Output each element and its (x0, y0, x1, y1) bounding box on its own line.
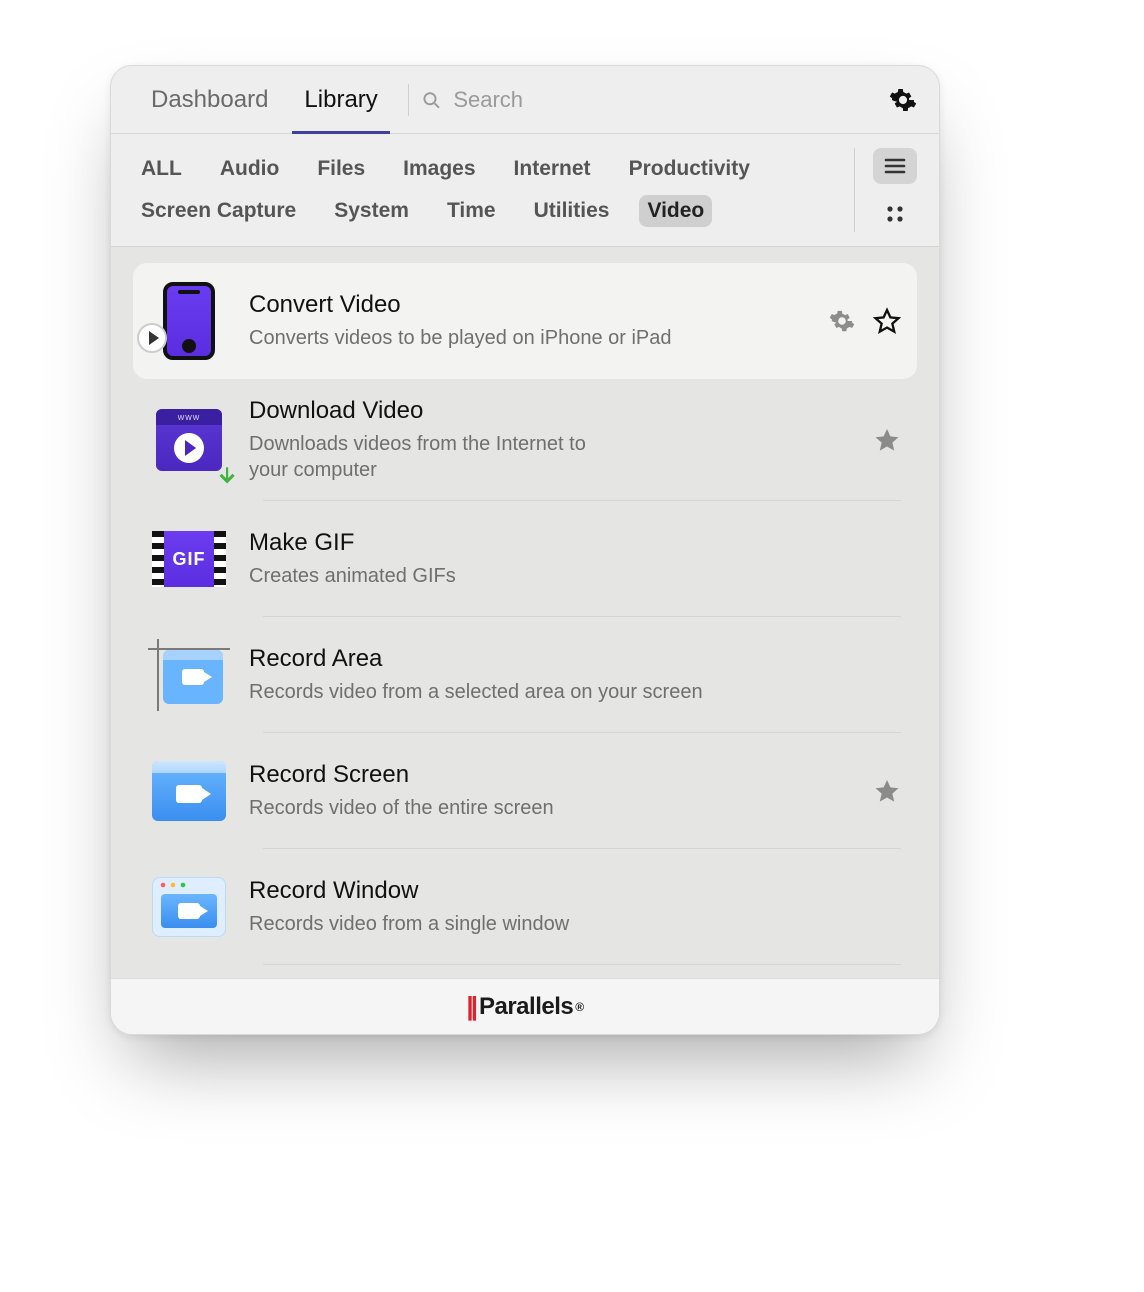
record-window-icon (149, 867, 229, 947)
tool-make-gif[interactable]: GIF Make GIF Creates animated GIFs (133, 501, 917, 617)
favorite-button[interactable] (873, 307, 901, 335)
titlebar-divider (408, 84, 409, 116)
star-filled-icon (873, 426, 901, 454)
tool-title: Record Area (249, 645, 901, 673)
category-files[interactable]: Files (309, 153, 373, 185)
tool-record-screen[interactable]: Record Screen Records video of the entir… (133, 733, 917, 849)
view-toggle (854, 148, 917, 232)
tool-title: Record Window (249, 877, 901, 905)
category-audio[interactable]: Audio (212, 153, 287, 185)
make-gif-icon: GIF (149, 519, 229, 599)
brand-logo: || Parallels® (466, 991, 583, 1022)
tab-dashboard-label: Dashboard (151, 86, 268, 114)
tool-desc: Downloads videos from the Internet to yo… (249, 431, 629, 483)
category-time[interactable]: Time (439, 195, 504, 227)
category-images[interactable]: Images (395, 153, 483, 185)
footer: || Parallels® (111, 978, 939, 1034)
gear-icon (889, 86, 917, 114)
tool-title: Record Screen (249, 761, 853, 789)
category-screen-capture[interactable]: Screen Capture (133, 195, 304, 227)
category-system[interactable]: System (326, 195, 417, 227)
main-tabs: Dashboard Library (133, 66, 396, 133)
tool-desc: Records video from a selected area on yo… (249, 679, 769, 705)
tool-desc: Converts videos to be played on iPhone o… (249, 325, 769, 351)
tool-settings-button[interactable] (829, 308, 855, 334)
grid-view-button[interactable] (873, 196, 917, 232)
category-video[interactable]: Video (639, 195, 712, 227)
list-icon (883, 156, 907, 176)
star-filled-icon (873, 777, 901, 805)
tab-library-label: Library (304, 86, 377, 114)
tool-download-video[interactable]: Download Video Downloads videos from the… (133, 379, 917, 501)
star-outline-icon (873, 307, 901, 335)
settings-button[interactable] (889, 86, 917, 114)
parallels-bars-icon: || (466, 991, 475, 1022)
tool-record-area[interactable]: Record Area Records video from a selecte… (133, 617, 917, 733)
favorite-button[interactable] (873, 426, 901, 454)
search-box[interactable] (421, 86, 889, 114)
favorite-button[interactable] (873, 777, 901, 805)
tab-dashboard[interactable]: Dashboard (133, 66, 286, 133)
app-window: Dashboard Library ALL Audio Files Images… (110, 65, 940, 1035)
record-area-icon (149, 635, 229, 715)
record-screen-icon (149, 751, 229, 831)
gear-icon (829, 308, 855, 334)
tool-record-window[interactable]: Record Window Records video from a singl… (133, 849, 917, 965)
category-internet[interactable]: Internet (506, 153, 599, 185)
tab-library[interactable]: Library (286, 66, 395, 133)
search-icon (421, 89, 442, 111)
list-view-button[interactable] (873, 148, 917, 184)
tool-desc: Creates animated GIFs (249, 563, 769, 589)
tools-list[interactable]: Convert Video Converts videos to be play… (111, 247, 939, 978)
titlebar: Dashboard Library (111, 66, 939, 134)
tool-title: Download Video (249, 397, 853, 425)
tool-desc: Records video from a single window (249, 911, 769, 937)
filter-bar: ALL Audio Files Images Internet Producti… (111, 134, 939, 247)
category-list: ALL Audio Files Images Internet Producti… (133, 148, 836, 232)
brand-name: Parallels (479, 993, 573, 1021)
tool-title: Convert Video (249, 291, 809, 319)
grid-icon (884, 203, 906, 225)
category-productivity[interactable]: Productivity (621, 153, 758, 185)
tool-desc: Records video of the entire screen (249, 795, 769, 821)
category-all[interactable]: ALL (133, 153, 190, 185)
download-video-icon (149, 400, 229, 480)
convert-video-icon (149, 281, 229, 361)
tool-title: Make GIF (249, 529, 901, 557)
category-utilities[interactable]: Utilities (526, 195, 618, 227)
tool-convert-video[interactable]: Convert Video Converts videos to be play… (133, 263, 917, 379)
search-input[interactable] (451, 86, 889, 114)
